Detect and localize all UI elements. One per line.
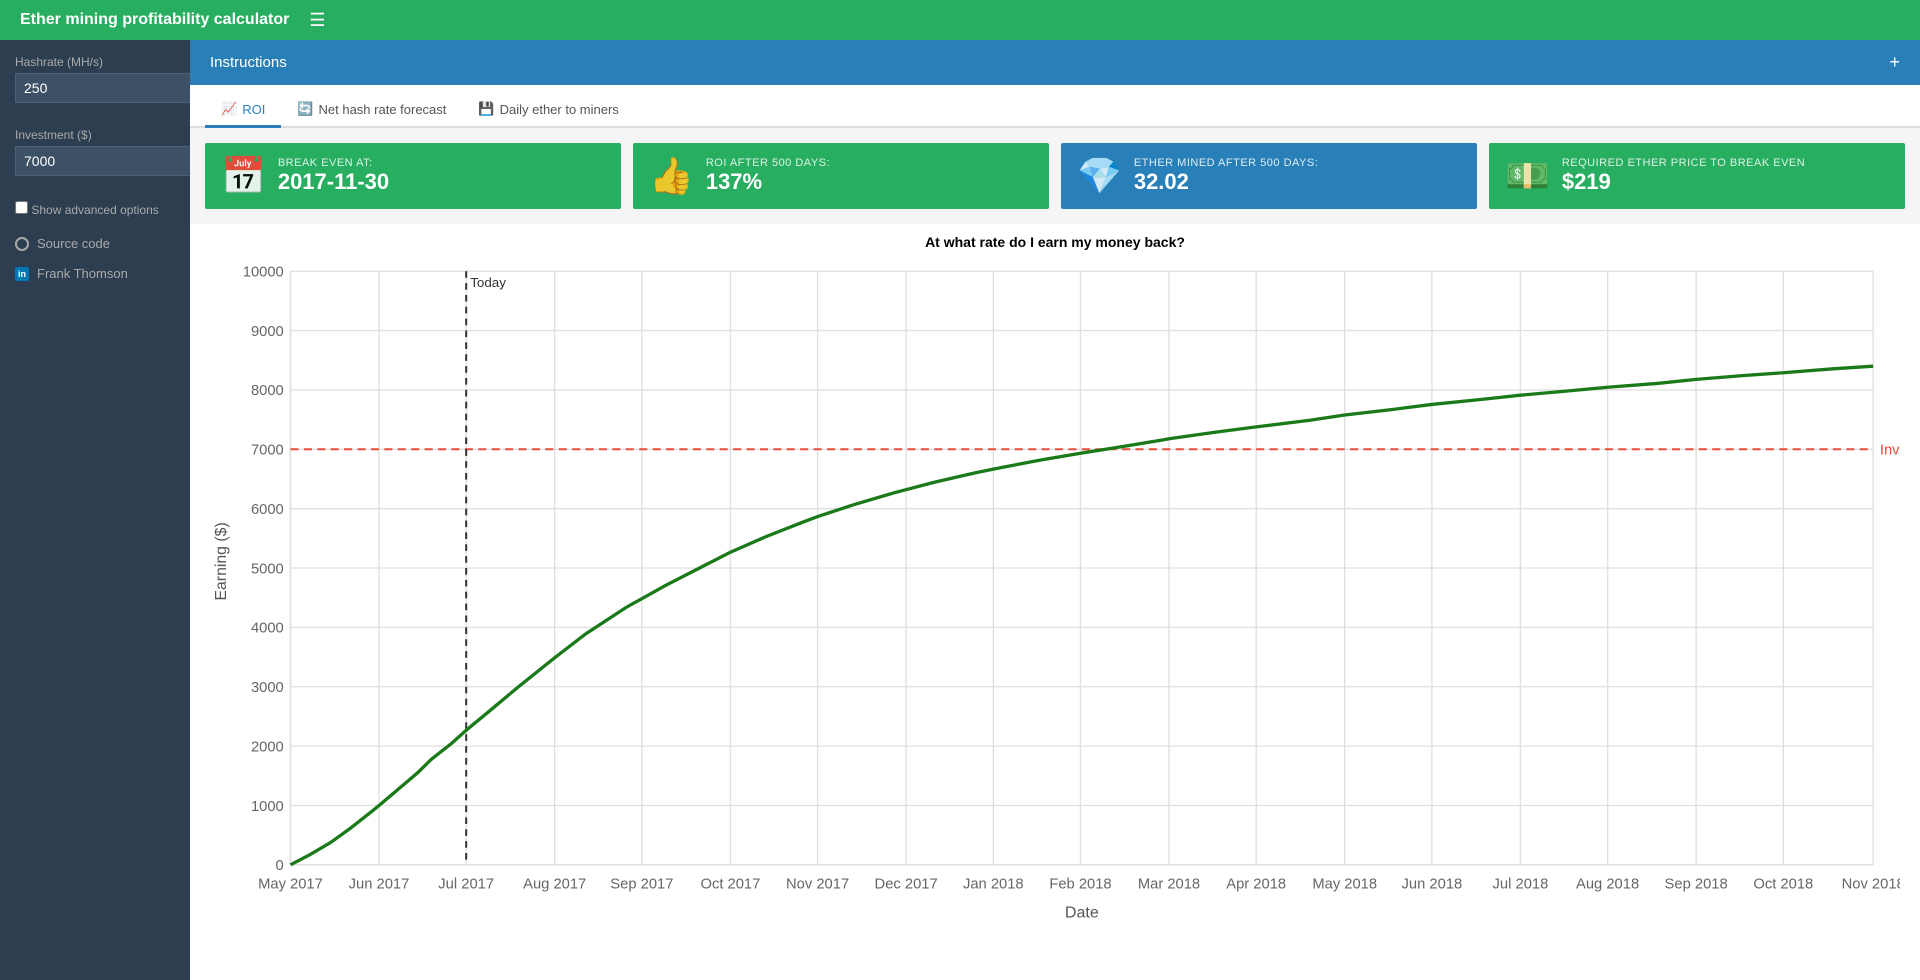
tab-daily[interactable]: 💾 Daily ether to miners: [462, 93, 634, 128]
svg-text:9000: 9000: [251, 324, 284, 340]
sidebar: Hashrate (MH/s) ▲ ▼ Investment ($) ▲ ▼: [0, 40, 190, 980]
svg-text:7000: 7000: [251, 443, 284, 459]
tab-daily-label: Daily ether to miners: [500, 102, 619, 117]
ether-mined-label: ETHER MINED AFTER 500 DAYS:: [1134, 157, 1318, 169]
investment-input-group: ▲ ▼: [15, 146, 175, 176]
break-even-label: BREAK EVEN AT:: [278, 157, 389, 169]
svg-text:Jan 2018: Jan 2018: [963, 877, 1024, 893]
svg-text:Today: Today: [470, 275, 506, 290]
ether-mined-value: 32.02: [1134, 169, 1318, 195]
investment-label: Investment ($): [15, 128, 175, 142]
stat-roi: 👍 ROI AFTER 500 DAYS: 137%: [633, 143, 1049, 209]
author-label: Frank Thomson: [37, 266, 128, 281]
instructions-plus[interactable]: +: [1889, 52, 1900, 73]
chart-wrap: .grid-line { stroke: #e0e0e0; stroke-wid…: [210, 258, 1900, 944]
app-title: Ether mining profitability calculator: [20, 11, 289, 29]
source-code-label: Source code: [37, 236, 110, 251]
roi-chart: .grid-line { stroke: #e0e0e0; stroke-wid…: [210, 258, 1900, 944]
roi-value: 137%: [706, 169, 830, 195]
tab-hashrate-label: Net hash rate forecast: [319, 102, 447, 117]
svg-text:Investment: Investment: [1880, 443, 1900, 459]
svg-text:Date: Date: [1065, 905, 1099, 922]
chart-title: At what rate do I earn my money back?: [210, 234, 1900, 250]
stats-row: 📅 BREAK EVEN AT: 2017-11-30 👍 ROI AFTER …: [190, 128, 1920, 224]
instructions-bar: Instructions +: [190, 40, 1920, 85]
required-price-text: REQUIRED ETHER PRICE TO BREAK EVEN $219: [1562, 157, 1805, 195]
tab-roi-icon: 📈: [221, 101, 237, 117]
advanced-options-checkbox[interactable]: [15, 201, 28, 214]
svg-text:Nov 2017: Nov 2017: [786, 877, 849, 893]
top-nav: Ether mining profitability calculator ☰: [0, 0, 1920, 40]
svg-text:Aug 2018: Aug 2018: [1576, 877, 1639, 893]
svg-text:3000: 3000: [251, 680, 284, 696]
svg-text:Oct 2017: Oct 2017: [700, 877, 760, 893]
svg-text:4000: 4000: [251, 621, 284, 637]
main-layout: Hashrate (MH/s) ▲ ▼ Investment ($) ▲ ▼: [0, 40, 1920, 980]
svg-text:Jul 2018: Jul 2018: [1493, 877, 1549, 893]
hamburger-icon[interactable]: ☰: [309, 10, 325, 31]
investment-input[interactable]: [15, 146, 214, 176]
tab-hashrate[interactable]: 🔄 Net hash rate forecast: [281, 93, 462, 128]
investment-section: Investment ($) ▲ ▼: [15, 128, 175, 186]
advanced-options-label: Show advanced options: [31, 203, 158, 217]
svg-text:May 2017: May 2017: [258, 877, 323, 893]
stat-required-price: 💵 REQUIRED ETHER PRICE TO BREAK EVEN $21…: [1489, 143, 1905, 209]
linkedin-icon: in: [15, 267, 29, 281]
svg-text:Jun 2018: Jun 2018: [1402, 877, 1463, 893]
roi-icon: 👍: [649, 155, 694, 197]
advanced-options-toggle[interactable]: Show advanced options: [15, 201, 175, 217]
tab-roi[interactable]: 📈 ROI: [205, 93, 281, 128]
svg-text:Jul 2017: Jul 2017: [438, 877, 494, 893]
roi-text: ROI AFTER 500 DAYS: 137%: [706, 157, 830, 195]
svg-text:Feb 2018: Feb 2018: [1049, 877, 1111, 893]
break-even-value: 2017-11-30: [278, 169, 389, 195]
svg-text:Sep 2018: Sep 2018: [1665, 877, 1728, 893]
ether-mined-icon: 💎: [1077, 155, 1122, 197]
hashrate-input-group: ▲ ▼: [15, 73, 175, 103]
svg-text:Sep 2017: Sep 2017: [610, 877, 673, 893]
svg-text:5000: 5000: [251, 561, 284, 577]
svg-text:Aug 2017: Aug 2017: [523, 877, 586, 893]
roi-label: ROI AFTER 500 DAYS:: [706, 157, 830, 169]
author-link[interactable]: in Frank Thomson: [15, 266, 175, 281]
chart-container: At what rate do I earn my money back? .g…: [190, 224, 1920, 980]
hashrate-input[interactable]: [15, 73, 214, 103]
tab-roi-label: ROI: [242, 102, 265, 117]
source-code-link[interactable]: Source code: [15, 236, 175, 251]
ether-mined-text: ETHER MINED AFTER 500 DAYS: 32.02: [1134, 157, 1318, 195]
svg-text:8000: 8000: [251, 383, 284, 399]
svg-text:Earning ($): Earning ($): [213, 522, 230, 600]
required-price-label: REQUIRED ETHER PRICE TO BREAK EVEN: [1562, 157, 1805, 169]
content-area: Instructions + 📈 ROI 🔄 Net hash rate for…: [190, 40, 1920, 980]
break-even-icon: 📅: [221, 155, 266, 197]
source-code-icon: [15, 237, 29, 251]
svg-text:Mar 2018: Mar 2018: [1138, 877, 1200, 893]
tab-hashrate-icon: 🔄: [297, 101, 313, 117]
stat-ether-mined: 💎 ETHER MINED AFTER 500 DAYS: 32.02: [1061, 143, 1477, 209]
svg-text:Apr 2018: Apr 2018: [1226, 877, 1286, 893]
svg-text:Oct 2018: Oct 2018: [1753, 877, 1813, 893]
svg-text:May 2018: May 2018: [1312, 877, 1377, 893]
svg-text:6000: 6000: [251, 502, 284, 518]
svg-text:Dec 2017: Dec 2017: [875, 877, 938, 893]
svg-text:1000: 1000: [251, 799, 284, 815]
svg-text:Jun 2017: Jun 2017: [349, 877, 410, 893]
svg-text:0: 0: [276, 858, 284, 874]
svg-text:2000: 2000: [251, 739, 284, 755]
instructions-title: Instructions: [210, 54, 287, 71]
tabs-area: 📈 ROI 🔄 Net hash rate forecast 💾 Daily e…: [190, 85, 1920, 128]
break-even-text: BREAK EVEN AT: 2017-11-30: [278, 157, 389, 195]
svg-text:10000: 10000: [243, 265, 284, 281]
tab-daily-icon: 💾: [478, 101, 494, 117]
required-price-icon: 💵: [1505, 155, 1550, 197]
required-price-value: $219: [1562, 169, 1805, 195]
hashrate-section: Hashrate (MH/s) ▲ ▼: [15, 55, 175, 113]
svg-text:Nov 2018: Nov 2018: [1842, 877, 1900, 893]
stat-break-even: 📅 BREAK EVEN AT: 2017-11-30: [205, 143, 621, 209]
hashrate-label: Hashrate (MH/s): [15, 55, 175, 69]
